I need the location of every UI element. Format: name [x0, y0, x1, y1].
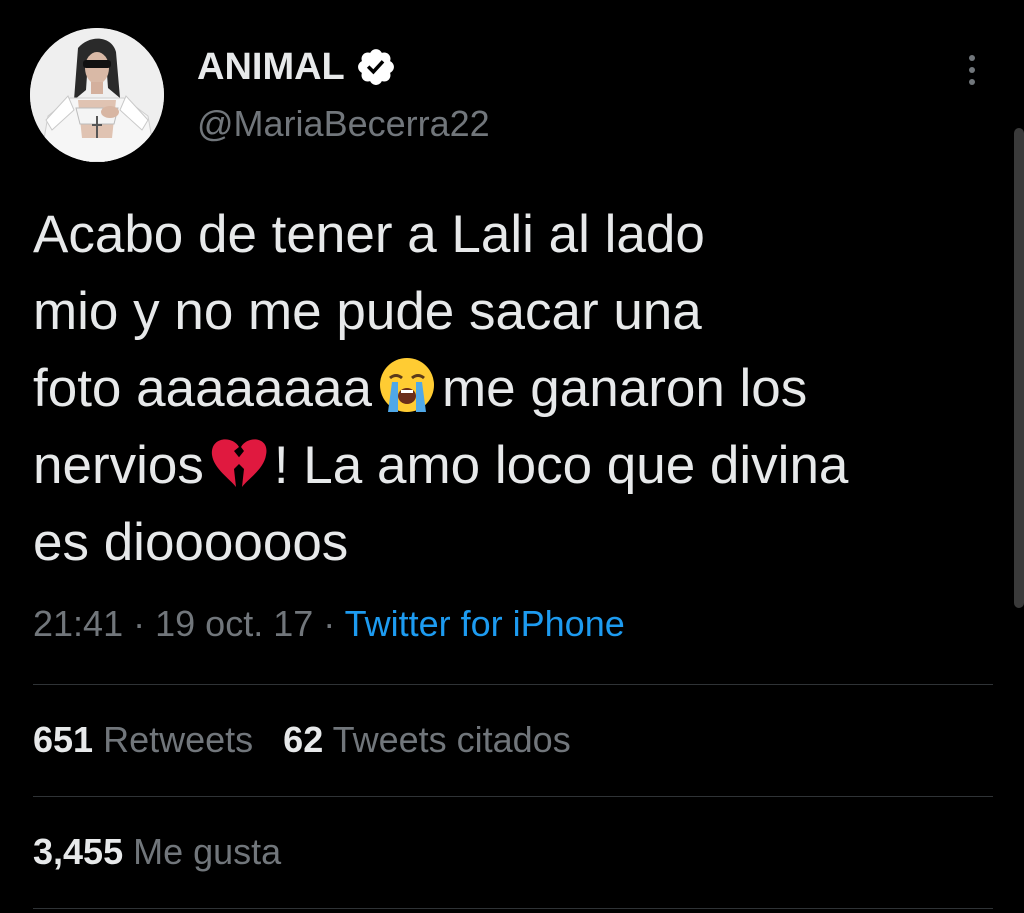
quotes-label: Tweets citados: [332, 719, 571, 760]
broken-heart-icon: [211, 439, 267, 487]
tweet-meta: 21:41 · 19 oct. 17 · Twitter for iPhone: [33, 603, 625, 645]
tweet-line: nervios ! La amo loco que divina: [33, 427, 1008, 504]
engagement-row: 651 Retweets 62 Tweets citados: [33, 719, 571, 761]
tweet-text-segment: nervios: [33, 436, 204, 495]
tweet-line: Acabo de tener a Lali al lado: [33, 205, 705, 264]
loudly-crying-face-icon: [379, 358, 434, 412]
retweets-stat[interactable]: 651 Retweets: [33, 719, 253, 760]
quotes-count: 62: [283, 719, 324, 760]
tweet-text: Acabo de tener a Lali al lado mio y no m…: [33, 196, 1008, 581]
quotes-stat[interactable]: 62 Tweets citados: [283, 719, 571, 760]
tweet-line: foto aaaaaaaa me ganaron los: [33, 350, 1008, 427]
likes-row: 3,455 Me gusta: [33, 831, 281, 873]
tweet-text-segment: me ganaron los: [441, 359, 808, 418]
retweets-count: 651: [33, 719, 94, 760]
tweet-line: es dioooooos: [33, 513, 349, 572]
retweets-label: Retweets: [103, 719, 254, 760]
tweet-time[interactable]: 21:41: [33, 603, 123, 644]
scrollbar[interactable]: [1014, 128, 1024, 608]
divider: [33, 796, 993, 797]
tweet-line: mio y no me pude sacar una: [33, 282, 702, 341]
meta-separator: ·: [133, 603, 146, 644]
more-options-icon[interactable]: [960, 50, 984, 90]
profile-photo: [30, 28, 164, 162]
verified-badge-icon: [357, 49, 394, 85]
display-name[interactable]: ANIMAL: [197, 46, 345, 89]
likes-count: 3,455: [33, 831, 124, 872]
likes-stat[interactable]: 3,455 Me gusta: [33, 831, 281, 872]
tweet-source-link[interactable]: Twitter for iPhone: [345, 603, 625, 644]
meta-separator: ·: [323, 603, 336, 644]
divider: [33, 908, 993, 909]
tweet-date[interactable]: 19 oct. 17: [155, 603, 313, 644]
tweet-text-segment: foto aaaaaaaa: [33, 359, 372, 418]
user-handle[interactable]: @MariaBecerra22: [197, 103, 490, 145]
divider: [33, 684, 993, 685]
avatar[interactable]: [30, 28, 164, 162]
likes-label: Me gusta: [133, 831, 282, 872]
author-name-row: ANIMAL: [197, 42, 397, 92]
tweet-text-segment: ! La amo loco que divina: [273, 436, 849, 495]
